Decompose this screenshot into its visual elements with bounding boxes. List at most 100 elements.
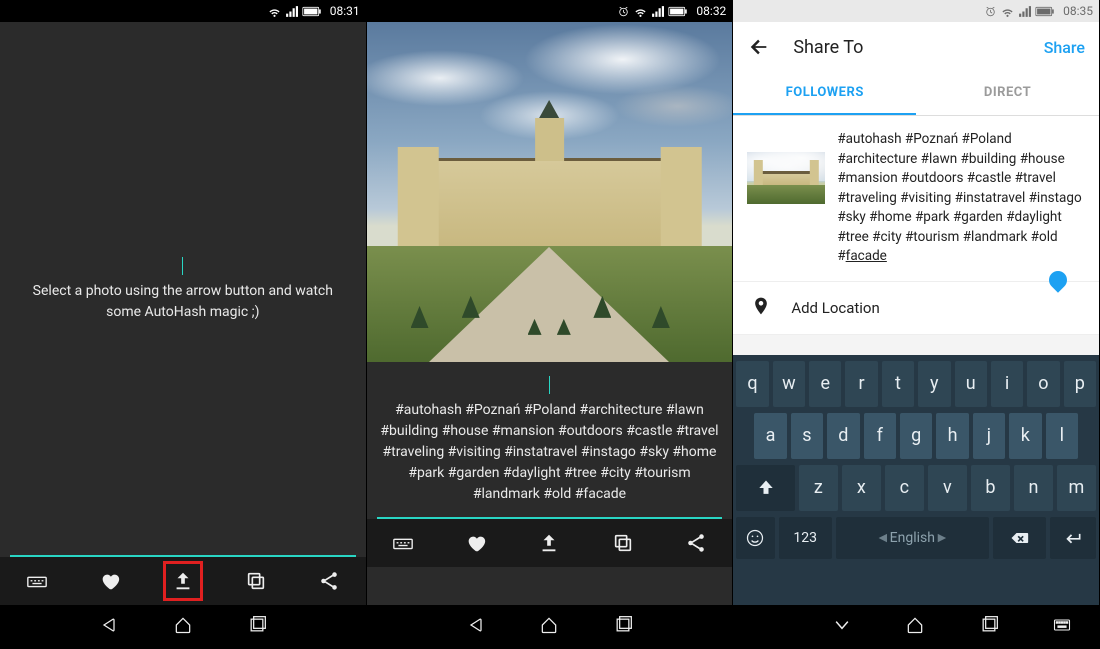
share-tabs: FOLLOWERS DIRECT (733, 72, 1099, 116)
recent-icon[interactable] (613, 615, 633, 639)
text-cursor (549, 376, 550, 394)
alarm-icon (984, 5, 997, 18)
key-g[interactable]: g (900, 413, 932, 459)
toolbar (0, 557, 366, 605)
tab-followers[interactable]: FOLLOWERS (733, 72, 916, 115)
key-u[interactable]: u (955, 361, 987, 407)
status-time: 08:31 (330, 4, 360, 18)
tab-direct[interactable]: DIRECT (916, 72, 1099, 115)
key-a[interactable]: a (754, 413, 786, 459)
caption-body: #autohash #Poznań #Poland #architecture … (837, 131, 1081, 264)
key-z[interactable]: z (799, 465, 838, 511)
battery-icon (668, 6, 688, 17)
recent-icon[interactable] (979, 615, 999, 639)
signal-icon (1018, 5, 1031, 18)
key-v[interactable]: v (928, 465, 967, 511)
back-down-icon[interactable] (832, 615, 852, 639)
status-bar: 08:31 (0, 0, 366, 22)
backspace-key[interactable] (993, 517, 1046, 559)
key-w[interactable]: w (773, 361, 805, 407)
keyboard-switch-icon[interactable] (1052, 615, 1072, 639)
key-f[interactable]: f (864, 413, 896, 459)
selected-photo[interactable] (367, 22, 733, 362)
toolbar (367, 519, 733, 567)
space-key[interactable]: ◄ English ► (836, 517, 989, 559)
keyboard-icon[interactable] (17, 561, 57, 601)
copy-icon[interactable] (236, 561, 276, 601)
screen-3-instagram-share: 08:35 Share To Share FOLLOWERS DIRECT #a… (733, 0, 1100, 649)
copy-icon[interactable] (603, 523, 643, 563)
key-e[interactable]: e (809, 361, 841, 407)
hashtag-text: #autohash #Poznań #Poland #architecture … (379, 400, 721, 505)
key-b[interactable]: b (971, 465, 1010, 511)
caption-row[interactable]: #autohash #Poznań #Poland #architecture … (733, 116, 1099, 281)
key-p[interactable]: p (1064, 361, 1096, 407)
battery-icon (302, 6, 322, 17)
screen-1-autohash-empty: 08:31 Select a photo using the arrow but… (0, 0, 367, 649)
wifi-icon (268, 5, 281, 18)
spacer (733, 335, 1099, 355)
key-m[interactable]: m (1057, 465, 1096, 511)
home-icon[interactable] (905, 615, 925, 639)
enter-key[interactable] (1050, 517, 1096, 559)
status-time: 08:35 (1063, 4, 1093, 18)
key-i[interactable]: i (991, 361, 1023, 407)
key-h[interactable]: h (936, 413, 968, 459)
key-d[interactable]: d (827, 413, 859, 459)
signal-icon (285, 5, 298, 18)
back-icon[interactable] (99, 615, 119, 639)
photo-thumbnail[interactable] (747, 152, 825, 204)
placeholder-text: Select a photo using the arrow button an… (23, 281, 343, 323)
key-l[interactable]: l (1046, 413, 1078, 459)
key-j[interactable]: j (973, 413, 1005, 459)
wifi-icon (634, 5, 647, 18)
key-t[interactable]: t (882, 361, 914, 407)
android-navbar (733, 605, 1099, 649)
share-action[interactable]: Share (1044, 38, 1085, 57)
add-location-label: Add Location (791, 299, 879, 317)
shift-key[interactable] (736, 465, 795, 511)
heart-icon[interactable] (456, 523, 496, 563)
heart-icon[interactable] (90, 561, 130, 601)
share-icon[interactable] (309, 561, 349, 601)
key-q[interactable]: q (736, 361, 768, 407)
caption-cursor-word: facade (846, 248, 887, 264)
text-cursor (182, 257, 183, 275)
wifi-icon (1001, 5, 1014, 18)
key-x[interactable]: x (842, 465, 881, 511)
emoji-key[interactable] (736, 517, 774, 559)
screen-2-autohash-result: 08:32 #autohash #Poznań #Poland #archite… (367, 0, 734, 649)
android-navbar (0, 605, 366, 649)
location-pin-icon (751, 296, 771, 320)
page-title: Share To (793, 37, 1043, 58)
key-n[interactable]: n (1014, 465, 1053, 511)
key-s[interactable]: s (791, 413, 823, 459)
key-k[interactable]: k (1009, 413, 1041, 459)
status-bar: 08:35 (733, 0, 1099, 22)
numeric-key[interactable]: 123 (779, 517, 832, 559)
home-icon[interactable] (539, 615, 559, 639)
key-o[interactable]: o (1027, 361, 1059, 407)
battery-icon (1035, 6, 1055, 17)
signal-icon (651, 5, 664, 18)
recent-icon[interactable] (247, 615, 267, 639)
add-location-row[interactable]: Add Location (733, 281, 1099, 335)
status-time: 08:32 (696, 4, 726, 18)
caption-text[interactable]: #autohash #Poznań #Poland #architecture … (837, 130, 1085, 267)
home-icon[interactable] (173, 615, 193, 639)
back-arrow-icon[interactable] (747, 35, 771, 59)
key-r[interactable]: r (845, 361, 877, 407)
caption-input-area[interactable]: Select a photo using the arrow button an… (0, 22, 366, 551)
share-icon[interactable] (676, 523, 716, 563)
keyboard-icon[interactable] (383, 523, 423, 563)
key-c[interactable]: c (885, 465, 924, 511)
key-y[interactable]: y (918, 361, 950, 407)
back-icon[interactable] (466, 615, 486, 639)
caption-input-area[interactable]: #autohash #Poznań #Poland #architecture … (367, 362, 733, 513)
upload-icon[interactable] (529, 523, 569, 563)
upload-icon[interactable] (163, 561, 203, 601)
appbar: Share To Share (733, 22, 1099, 72)
alarm-icon (617, 5, 630, 18)
status-bar: 08:32 (367, 0, 733, 22)
soft-keyboard: qwertyuiop asdfghjkl zxcvbnm 123 ◄ Engli… (733, 355, 1099, 605)
